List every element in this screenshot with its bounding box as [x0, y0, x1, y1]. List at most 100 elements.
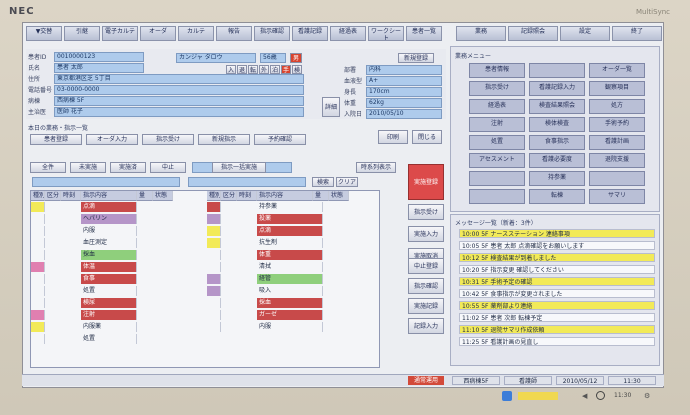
menu-button-2[interactable]: オーダ一覧 [589, 63, 645, 78]
message-row-2[interactable]: 10:12 5F 検査結果が到着しました [459, 253, 655, 262]
message-row-1[interactable]: 10:05 5F 患者 太郎 点滴確認をお願いします [459, 241, 655, 250]
filter-button-1[interactable]: 未実施 [70, 162, 106, 173]
nav-tab-1[interactable]: 引継 [64, 26, 100, 41]
right-row-content[interactable]: 持参薬 [257, 202, 323, 212]
menu-button-11[interactable]: 手術予約 [589, 117, 645, 132]
nav-tab-12[interactable]: 記録照会 [508, 26, 558, 41]
menu-button-5[interactable]: 観察項目 [589, 81, 645, 96]
left-row-content[interactable]: 内服薬 [81, 322, 137, 332]
menu-button-14[interactable]: 看護計画 [589, 135, 645, 150]
left-row-content[interactable]: 採血 [81, 250, 137, 260]
right-row-content[interactable]: 投薬 [257, 214, 323, 224]
left-row-content[interactable]: 点滴 [81, 202, 137, 212]
right-row-content[interactable]: 吸入 [257, 286, 323, 296]
filter-button-2[interactable]: 実施済 [110, 162, 146, 173]
left-row-content[interactable]: 処置 [81, 286, 137, 296]
filter-button-3[interactable]: 中止 [150, 162, 186, 173]
message-row-7[interactable]: 11:02 5F 患者 次郎 転棟予定 [459, 313, 655, 322]
status-toggle-0[interactable]: 入 [226, 65, 236, 74]
quick-action-3[interactable]: 新規指示 [198, 134, 250, 145]
right-row-content[interactable]: 点滴 [257, 226, 323, 236]
left-row-content[interactable]: 内服 [81, 226, 137, 236]
menu-button-4[interactable]: 看護記録入力 [529, 81, 585, 96]
nav-tab-13[interactable]: 設定 [560, 26, 610, 41]
menu-button-1[interactable] [529, 63, 585, 78]
right-action-button-0[interactable]: 指示受け [408, 204, 444, 220]
windows-start-icon[interactable] [502, 391, 512, 401]
status-toggle-3[interactable]: 外 [259, 65, 269, 74]
filter-action-0[interactable]: 検索 [312, 177, 334, 187]
menu-button-9[interactable]: 注射 [469, 117, 525, 132]
taskbar-app-icon[interactable] [518, 392, 558, 400]
nav-tab-2[interactable]: 電子カルテ [102, 26, 138, 41]
nav-tab-10[interactable]: 患者一覧 [406, 26, 442, 41]
execute-button[interactable]: 実施登録 [408, 164, 444, 200]
nav-tab-14[interactable]: 終了 [612, 26, 662, 41]
nav-tab-7[interactable]: 看護記録 [292, 26, 328, 41]
menu-button-13[interactable]: 食事指示 [529, 135, 585, 150]
quick-action-2[interactable]: 指示受け [142, 134, 194, 145]
right-row-content[interactable]: 採血 [257, 298, 323, 308]
quick-side-button-1[interactable]: 閉じる [412, 130, 442, 144]
nav-tab-4[interactable]: カルテ [178, 26, 214, 41]
message-row-4[interactable]: 10:31 5F 手術予定の確認 [459, 277, 655, 286]
message-row-9[interactable]: 11:25 5F 看護計画の見直し [459, 337, 655, 346]
message-row-3[interactable]: 10:20 5F 指示変更 確認してください [459, 265, 655, 274]
menu-button-19[interactable]: 持参薬 [529, 171, 585, 186]
quick-side-button-0[interactable]: 印刷 [378, 130, 408, 144]
right-row-content[interactable]: 抗生剤 [257, 238, 323, 248]
gender-button[interactable]: 男 [290, 53, 302, 63]
quick-action-0[interactable]: 患者登録 [30, 134, 82, 145]
message-row-0[interactable]: 10:00 5F ナースステーション 連絡事項 [459, 229, 655, 238]
right-row-content[interactable]: ガーゼ [257, 310, 323, 320]
timeline-view-button[interactable]: 時系列表示 [356, 162, 396, 173]
left-row-content[interactable]: ヘパリン [81, 214, 137, 224]
left-row-content[interactable]: 血圧測定 [81, 238, 137, 248]
status-toggle-1[interactable]: 退 [237, 65, 247, 74]
nav-tab-3[interactable]: オーダ [140, 26, 176, 41]
right-action-button-3[interactable]: 中止登録 [408, 258, 444, 274]
menu-button-21[interactable] [469, 189, 525, 204]
left-row-content[interactable]: 検尿 [81, 298, 137, 308]
menu-button-15[interactable]: アセスメント [469, 153, 525, 168]
power-icon[interactable] [596, 391, 605, 400]
menu-button-18[interactable] [469, 171, 525, 186]
right-action-button-1[interactable]: 実施入力 [408, 226, 444, 242]
right-row-content[interactable]: 経管 [257, 274, 323, 284]
menu-button-7[interactable]: 検査結果照会 [529, 99, 585, 114]
menu-button-10[interactable]: 検体検査 [529, 117, 585, 132]
message-row-6[interactable]: 10:55 5F 薬剤部より連絡 [459, 301, 655, 310]
filter-action-1[interactable]: クリア [336, 177, 358, 187]
nav-tab-11[interactable]: 業務 [456, 26, 506, 41]
menu-button-23[interactable]: サマリ [589, 189, 645, 204]
right-row-content[interactable]: 体重 [257, 250, 323, 260]
settings-icon[interactable]: ⚙ [644, 392, 650, 400]
right-action-button-4[interactable]: 指示確認 [408, 278, 444, 294]
status-toggle-2[interactable]: 転 [248, 65, 258, 74]
menu-button-0[interactable]: 患者情報 [469, 63, 525, 78]
menu-button-16[interactable]: 看護必要度 [529, 153, 585, 168]
message-row-5[interactable]: 10:42 5F 食事指示が変更されました [459, 289, 655, 298]
right-action-button-5[interactable]: 実施記録 [408, 298, 444, 314]
patient-detail-button[interactable]: 詳細 [322, 97, 340, 117]
menu-button-22[interactable]: 転棟 [529, 189, 585, 204]
left-row-content[interactable]: 体温 [81, 262, 137, 272]
quick-action-4[interactable]: 予約確認 [254, 134, 306, 145]
register-button[interactable]: 新規登録 [398, 53, 434, 63]
left-row-content[interactable]: 注射 [81, 310, 137, 320]
right-row-content[interactable]: 内服 [257, 322, 323, 332]
left-row-content[interactable]: 処置 [81, 334, 137, 344]
menu-button-6[interactable]: 経過表 [469, 99, 525, 114]
nav-tab-5[interactable]: 報告 [216, 26, 252, 41]
filter-button-0[interactable]: 全件 [30, 162, 66, 173]
select-execute-button[interactable]: 指示一括実施 [212, 162, 266, 173]
message-row-8[interactable]: 11:10 5F 退院サマリ作成依頼 [459, 325, 655, 334]
quick-action-1[interactable]: オーダ入力 [86, 134, 138, 145]
right-row-content[interactable]: 清拭 [257, 262, 323, 272]
status-toggle-5[interactable]: 手 [281, 65, 291, 74]
menu-button-8[interactable]: 処方 [589, 99, 645, 114]
status-toggle-6[interactable]: 検 [292, 65, 302, 74]
nav-tab-0[interactable]: ▼交替 [26, 26, 62, 41]
right-action-button-6[interactable]: 記録入力 [408, 318, 444, 334]
menu-button-17[interactable]: 退院支援 [589, 153, 645, 168]
